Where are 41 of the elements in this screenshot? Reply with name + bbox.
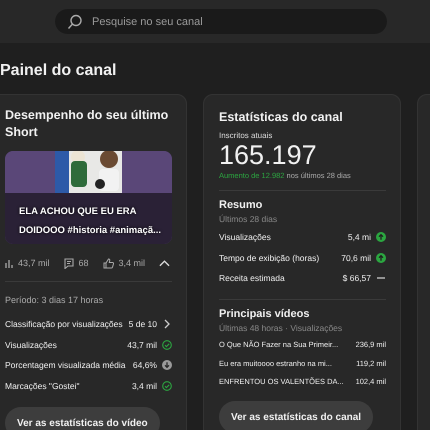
chevron-right-icon[interactable] (162, 319, 172, 330)
section-subtitle: Últimas 48 horas · Visualizações (219, 322, 344, 332)
metric-value: 3,4 mil (132, 380, 157, 391)
view-count: 43,7 mil (18, 258, 50, 268)
section-title: Resumo (219, 199, 264, 211)
period-text: Período: 3 dias 17 horas (5, 295, 104, 305)
metric-value: $ 66,57 (342, 273, 371, 284)
up-arrow-icon (376, 252, 386, 263)
like-icon (102, 258, 114, 268)
page-title: Painel do canal (0, 61, 118, 81)
like-count: 3,4 mil (118, 258, 146, 268)
metric-label: Receita estimada (219, 273, 286, 284)
metric-label: Porcentagem visualizada média (5, 360, 126, 370)
search-field[interactable]: Pesquise no seu canal (55, 9, 387, 34)
chevron-icon[interactable] (159, 259, 170, 267)
check-circle-icon (162, 380, 172, 391)
metric-label: Marcações "Gostei" (5, 380, 81, 391)
metric-label: Visualizações (5, 340, 58, 350)
metric-value: 43,7 mil (127, 340, 157, 350)
subscriber-count: 165.197 (219, 140, 318, 170)
card-title: Desempenho do seu último Short (5, 107, 170, 141)
down-arrow-icon (162, 360, 172, 370)
section-title: Principais vídeos (219, 308, 310, 320)
metric-value: 5 de 10 (128, 319, 157, 330)
comment-count: 68 (78, 258, 89, 268)
subscribers-label: Inscritos atuais (219, 131, 274, 140)
metric-label: Visualizações (219, 232, 272, 242)
up-arrow-icon (376, 232, 386, 242)
comment-icon (64, 258, 74, 268)
bar-chart-icon (5, 258, 13, 268)
metric-value: 70,6 mil (341, 252, 371, 263)
metric-value: 5,4 mi (348, 232, 371, 242)
metric-value: 64,6% (132, 360, 157, 370)
video-stats-button[interactable]: Ver as estatísticas do vídeo (5, 407, 160, 430)
check-circle-icon (162, 340, 172, 350)
dash-icon (376, 277, 386, 280)
metric-label: Tempo de exibição (horas) (219, 252, 320, 263)
section-subtitle: Últimos 28 dias (219, 214, 278, 224)
metric-label: Classificação por visualizações (5, 319, 124, 330)
channel-stats-button[interactable]: Ver as estatísticas do canal (219, 401, 374, 430)
card-title: Estatísticas do canal (219, 109, 344, 126)
